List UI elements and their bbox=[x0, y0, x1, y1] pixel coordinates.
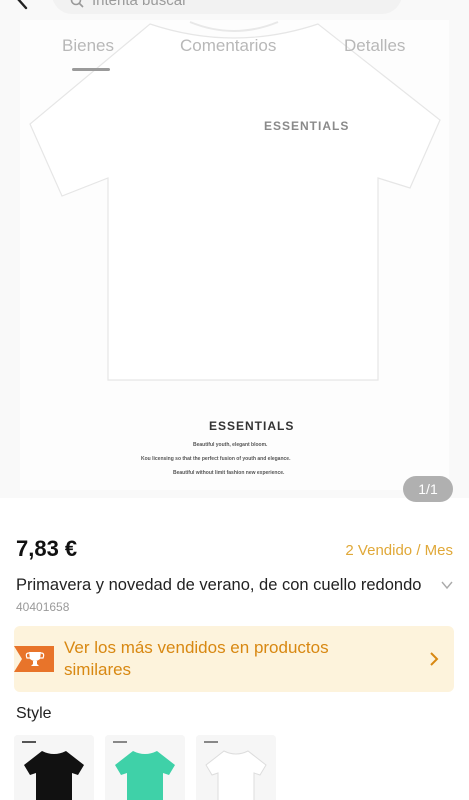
chevron-down-icon[interactable] bbox=[440, 578, 454, 592]
back-icon[interactable] bbox=[12, 0, 34, 10]
product-image[interactable]: ESSENTIALS ESSENTIALS Beautiful youth, e… bbox=[0, 0, 469, 498]
trophy-badge-icon bbox=[14, 646, 54, 672]
search-icon bbox=[70, 0, 84, 8]
style-label: Style bbox=[16, 705, 52, 722]
product-title: Primavera y novedad de verano, de con cu… bbox=[16, 575, 422, 594]
active-tab-indicator bbox=[72, 68, 110, 71]
tab-detalles[interactable]: Detalles bbox=[344, 36, 405, 56]
mint-shirt-thumb bbox=[105, 735, 185, 800]
caption-title: ESSENTIALS bbox=[209, 419, 294, 433]
tab-bar: Bienes Comentarios Detalles bbox=[0, 28, 469, 74]
chevron-right-icon bbox=[430, 652, 439, 666]
sold-count: 2 Vendido / Mes bbox=[345, 542, 453, 559]
black-shirt-thumb bbox=[14, 735, 94, 800]
product-price: 7,83 € bbox=[16, 536, 78, 561]
product-sku: 40401658 bbox=[16, 600, 70, 614]
top-bar: Intenta buscar bbox=[0, 0, 469, 18]
banner-text: Ver los más vendidos en productos simila… bbox=[64, 638, 329, 679]
search-placeholder: Intenta buscar bbox=[92, 0, 188, 9]
white-shirt-thumb bbox=[196, 735, 276, 800]
style-option-mint[interactable] bbox=[105, 735, 185, 800]
style-options bbox=[14, 735, 454, 800]
shirt-brand-print: ESSENTIALS bbox=[264, 119, 349, 133]
tab-bienes[interactable]: Bienes bbox=[62, 36, 114, 56]
style-option-white[interactable] bbox=[196, 735, 276, 800]
price-row: 7,83 € 2 Vendido / Mes bbox=[0, 530, 469, 566]
caption-line-3: Beautiful without limit fashion new expe… bbox=[173, 470, 285, 476]
bestsellers-banner[interactable]: Ver los más vendidos en productos simila… bbox=[14, 626, 454, 692]
tab-comentarios[interactable]: Comentarios bbox=[180, 36, 276, 56]
image-page-counter: 1/1 bbox=[403, 476, 453, 502]
caption-line-1: Beautiful youth, elegant bloom. bbox=[193, 442, 268, 448]
search-input[interactable]: Intenta buscar bbox=[52, 0, 402, 14]
product-title-row[interactable]: Primavera y novedad de verano, de con cu… bbox=[16, 572, 456, 598]
caption-line-2: Kou licensing so that the perfect fusion… bbox=[141, 456, 291, 462]
style-option-black[interactable] bbox=[14, 735, 94, 800]
